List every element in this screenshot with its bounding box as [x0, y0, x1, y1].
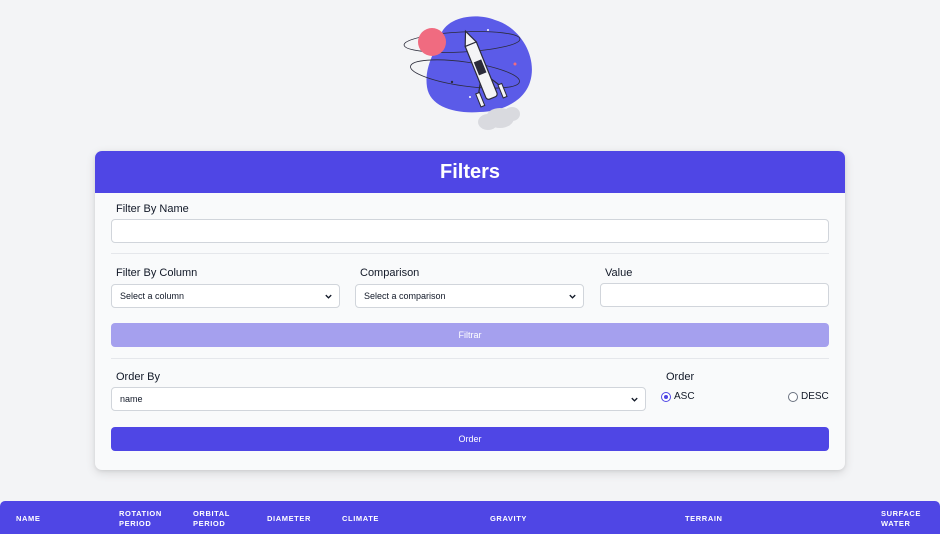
- asc-option[interactable]: ASC: [661, 391, 695, 402]
- asc-label: ASC: [674, 391, 695, 402]
- order-button[interactable]: Order: [111, 427, 829, 451]
- rocket-illustration: [403, 16, 532, 130]
- column-header-surface-water[interactable]: SURFACE WATER: [881, 509, 931, 529]
- divider: [111, 358, 829, 359]
- chevron-down-icon: [631, 397, 638, 402]
- column-header-name[interactable]: NAME: [16, 514, 40, 524]
- filters-title: Filters: [439, 160, 501, 183]
- desc-option[interactable]: DESC: [788, 391, 829, 402]
- value-label: Value: [605, 267, 633, 279]
- value-input[interactable]: [600, 283, 829, 307]
- filters-header: Filters: [95, 151, 845, 193]
- column-select[interactable]: Select a column: [111, 284, 340, 308]
- comparison-select-value: Select a comparison: [364, 291, 446, 301]
- column-header-terrain[interactable]: TERRAIN: [685, 514, 723, 524]
- comparison-label: Comparison: [360, 267, 420, 279]
- column-select-value: Select a column: [120, 291, 185, 301]
- column-header-gravity[interactable]: GRAVITY: [490, 514, 527, 524]
- divider: [111, 253, 829, 254]
- name-filter-input[interactable]: [111, 219, 829, 243]
- chevron-down-icon: [325, 294, 332, 299]
- filter-button[interactable]: Filtrar: [111, 323, 829, 347]
- filters-card: Filters Filter By Name Filter By Column …: [95, 151, 845, 470]
- desc-label: DESC: [801, 391, 829, 402]
- chevron-down-icon: [569, 294, 576, 299]
- desc-radio[interactable]: [788, 391, 798, 402]
- asc-radio[interactable]: [661, 391, 671, 402]
- filter-by-column-label: Filter By Column: [116, 267, 198, 279]
- comparison-select[interactable]: Select a comparison: [355, 284, 584, 308]
- order-by-label: Order By: [116, 371, 161, 383]
- table-header: NAME ROTATION PERIOD ORBITAL PERIOD DIAM…: [0, 501, 940, 534]
- order-label: Order: [666, 371, 695, 383]
- column-header-orbital-period[interactable]: ORBITAL PERIOD: [193, 509, 243, 529]
- column-header-diameter[interactable]: DIAMETER: [267, 514, 311, 524]
- filter-by-name-label: Filter By Name: [116, 203, 189, 215]
- column-header-climate[interactable]: CLIMATE: [342, 514, 379, 524]
- order-button-label: Order: [458, 434, 482, 444]
- column-header-rotation-period[interactable]: ROTATION PERIOD: [119, 509, 179, 529]
- filter-button-label: Filtrar: [458, 330, 482, 340]
- order-by-select[interactable]: name: [111, 387, 646, 411]
- order-by-select-value: name: [120, 394, 143, 404]
